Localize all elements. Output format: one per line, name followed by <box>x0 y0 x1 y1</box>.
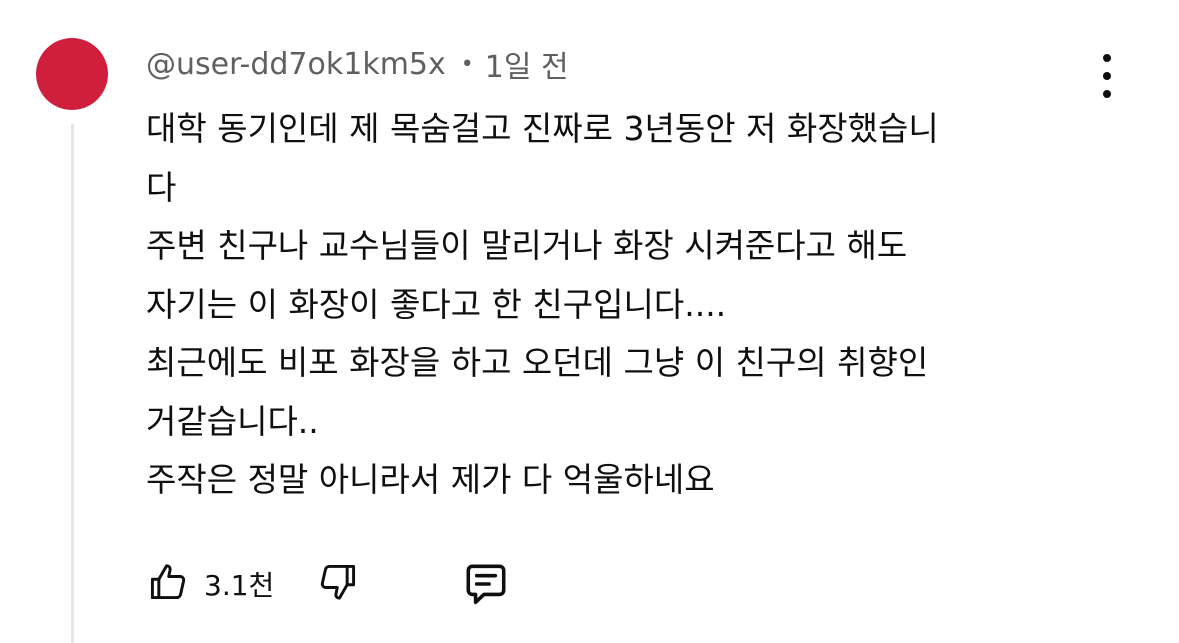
separator-dot: • <box>460 51 474 77</box>
comment-line: 대학 동기인데 제 목숨걸고 진짜로 3년동안 저 화장했습니 <box>146 109 939 148</box>
comment-text: 대학 동기인데 제 목숨걸고 진짜로 3년동안 저 화장했습니 다 주변 친구나… <box>146 100 1106 510</box>
comment-header: @user-dd7ok1km5x • 1일 전 <box>146 42 569 86</box>
like-count: 3.1천 <box>204 569 275 602</box>
comment-icon <box>466 564 506 605</box>
comment-timestamp[interactable]: 1일 전 <box>485 42 569 86</box>
comment-line: 자기는 이 화장이 좋다고 한 친구입니다.... <box>146 284 727 324</box>
menu-dot <box>1103 90 1111 98</box>
thumbs-down-icon <box>320 564 356 600</box>
like-button[interactable] <box>142 558 194 606</box>
thread-line <box>71 124 74 643</box>
menu-dot <box>1103 54 1111 62</box>
comment-line: 최근에도 비포 화장을 하고 오던데 그냥 이 친구의 취향인 <box>146 343 929 382</box>
comment-line: 주변 친구나 교수님들이 말리거나 화장 시켜준다고 해도 <box>146 226 908 265</box>
avatar[interactable] <box>36 38 108 110</box>
comment-line: 주작은 정말 아니라서 제가 다 억울하네요 <box>146 460 715 499</box>
more-vert-icon[interactable] <box>1092 54 1122 98</box>
dislike-button[interactable] <box>312 558 364 606</box>
author-name[interactable]: @user-dd7ok1km5x <box>146 47 446 82</box>
comment-line: 다 <box>146 167 177 207</box>
comment-actions: 3.1천 <box>142 558 542 606</box>
comment-line: 거같습니다.. <box>146 401 319 441</box>
menu-dot <box>1103 72 1111 80</box>
thumbs-up-icon <box>150 564 186 600</box>
reply-button[interactable] <box>458 558 514 610</box>
